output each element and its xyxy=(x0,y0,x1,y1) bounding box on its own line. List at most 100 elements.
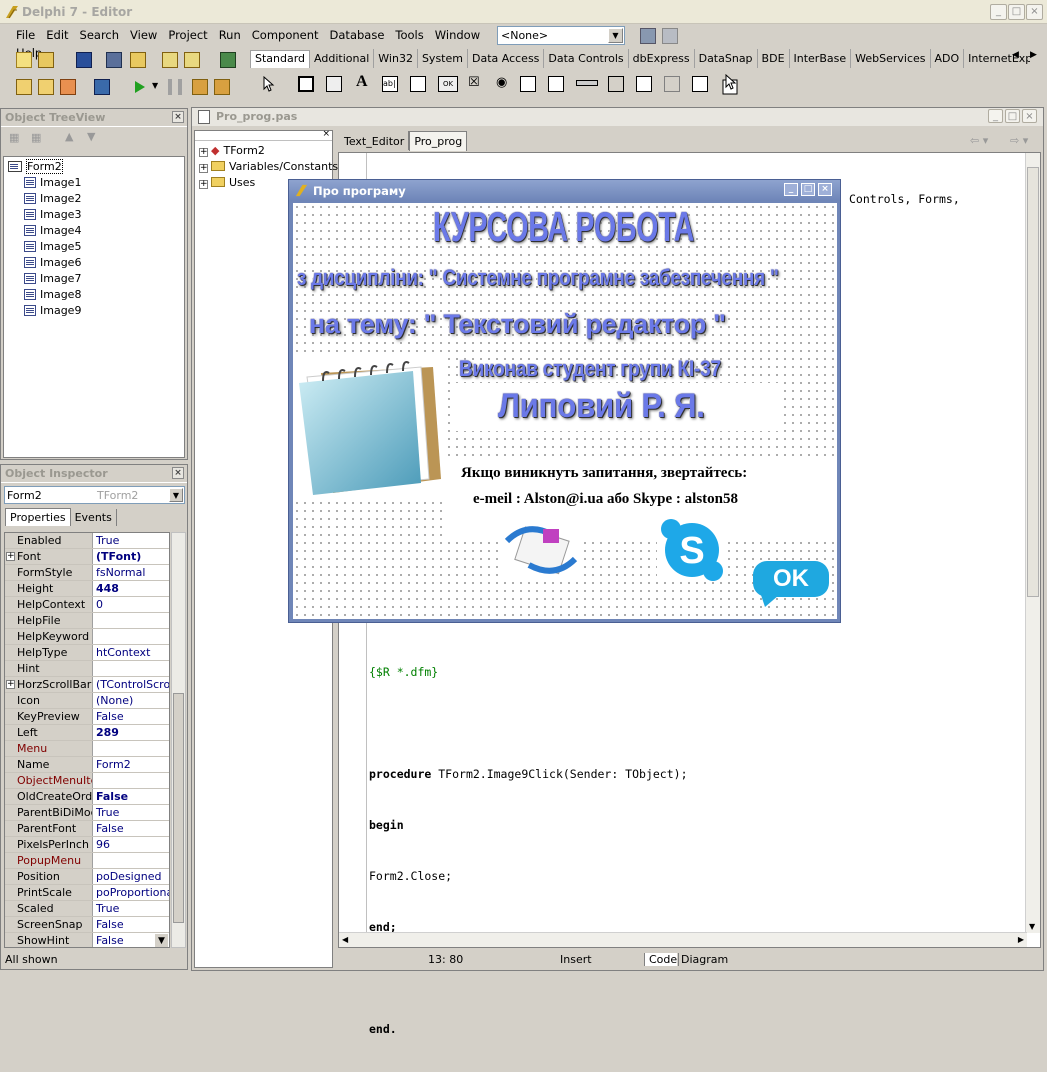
delete-item-icon[interactable]: ▦ xyxy=(31,131,47,147)
menu-search[interactable]: Search xyxy=(74,24,125,42)
remove-file-icon[interactable] xyxy=(184,52,200,68)
edit-icon[interactable]: ab| xyxy=(382,76,398,92)
menu-tools[interactable]: Tools xyxy=(389,24,428,42)
chevron-down-icon[interactable]: ▼ xyxy=(608,28,623,43)
menu-run[interactable]: Run xyxy=(213,24,246,42)
view-form-icon[interactable] xyxy=(38,79,54,95)
inspector-scrollbar[interactable] xyxy=(171,532,186,948)
prop-row[interactable]: ObjectMenuIter xyxy=(5,773,169,789)
desktop-combo[interactable]: <None> ▼ xyxy=(497,26,625,45)
radiobutton-icon[interactable]: ◉ xyxy=(496,75,512,91)
chevron-down-icon[interactable]: ▼ xyxy=(169,488,183,502)
prop-row[interactable]: Position poDesigned xyxy=(5,869,169,885)
scroll-thumb[interactable] xyxy=(173,693,184,923)
close-icon[interactable]: × xyxy=(172,467,184,479)
tree-item[interactable]: Image7 xyxy=(8,271,184,287)
toggle-form-unit-icon[interactable] xyxy=(60,79,76,95)
prop-row[interactable]: KeyPreview False xyxy=(5,709,169,725)
email-icon[interactable] xyxy=(501,519,581,581)
tab-events[interactable]: Events xyxy=(71,509,117,526)
tab-bde[interactable]: BDE xyxy=(758,49,790,68)
close-icon[interactable]: × xyxy=(322,129,330,139)
tree-item[interactable]: Image8 xyxy=(8,287,184,303)
run-icon[interactable] xyxy=(132,79,148,95)
help-book-icon[interactable] xyxy=(220,52,236,68)
tab-text-editor[interactable]: Text_Editor xyxy=(340,131,410,150)
menu-component[interactable]: Component xyxy=(246,24,324,42)
scrollbar-icon[interactable] xyxy=(576,80,598,86)
minimize-button[interactable]: _ xyxy=(988,109,1003,123)
prop-row[interactable]: HelpFile xyxy=(5,613,169,629)
tab-standard[interactable]: Standard xyxy=(250,50,311,68)
code-vscrollbar[interactable]: ▼ xyxy=(1025,153,1040,933)
tree-item[interactable]: Image3 xyxy=(8,207,184,223)
object-selector[interactable]: Form2 TForm2 ▼ xyxy=(4,486,185,504)
tab-datasnap[interactable]: DataSnap xyxy=(695,49,758,68)
prop-row[interactable]: HelpKeyword xyxy=(5,629,169,645)
close-button[interactable]: × xyxy=(818,183,832,196)
arrow-up-icon[interactable]: ▲ xyxy=(65,130,81,146)
open-project-icon[interactable] xyxy=(130,52,146,68)
prop-row[interactable]: Left 289 xyxy=(5,725,169,741)
tab-additional[interactable]: Additional xyxy=(310,49,375,68)
expand-icon[interactable]: + xyxy=(199,164,208,173)
prop-row[interactable]: + Font (TFont) xyxy=(5,549,169,565)
ok-button[interactable]: OK xyxy=(753,561,829,597)
minimize-button[interactable]: _ xyxy=(784,183,798,196)
prop-row[interactable]: PrintScale poProportional xyxy=(5,885,169,901)
tab-data-controls[interactable]: Data Controls xyxy=(544,49,629,68)
tab-dbexpress[interactable]: dbExpress xyxy=(629,49,695,68)
tree-item[interactable]: Image1 xyxy=(8,175,184,191)
tree-item[interactable]: Image9 xyxy=(8,303,184,319)
skype-icon[interactable]: S xyxy=(657,519,727,581)
open-icon[interactable] xyxy=(38,52,54,68)
pointer-icon[interactable] xyxy=(260,76,276,92)
tab-system[interactable]: System xyxy=(418,49,468,68)
scroll-right-icon[interactable]: ▶ xyxy=(1018,935,1024,944)
new-form-icon[interactable] xyxy=(94,79,110,95)
mainmenu-icon[interactable] xyxy=(298,76,314,92)
set-debug-desktop-icon[interactable] xyxy=(662,28,678,44)
tree-item[interactable]: Image6 xyxy=(8,255,184,271)
actionlist-icon[interactable] xyxy=(692,76,708,92)
tab-diagram[interactable]: Diagram xyxy=(678,953,728,966)
tab-pro-prog[interactable]: Pro_prog xyxy=(409,131,468,151)
maximize-button[interactable]: □ xyxy=(1005,109,1020,123)
new-item-icon[interactable]: ▦ xyxy=(9,131,25,147)
tree-item[interactable]: Image2 xyxy=(8,191,184,207)
palette-scroll-left-icon[interactable]: ◀ xyxy=(1012,50,1019,60)
menu-file[interactable]: File xyxy=(10,24,40,42)
prop-row[interactable]: Enabled True xyxy=(5,533,169,549)
checkbox-icon[interactable]: ☒ xyxy=(468,75,484,91)
prop-row[interactable]: HelpType htContext xyxy=(5,645,169,661)
tree-item[interactable]: Image5 xyxy=(8,239,184,255)
tab-internetexpress[interactable]: InternetExpre xyxy=(964,49,1030,68)
tab-webservices[interactable]: WebServices xyxy=(851,49,931,68)
nav-back-icon[interactable]: ⇦ ▾ xyxy=(970,134,988,147)
new-icon[interactable] xyxy=(16,52,32,68)
expand-icon[interactable]: + xyxy=(199,180,208,189)
scroll-thumb[interactable] xyxy=(1027,167,1039,597)
prop-row[interactable]: ShowHint False ▼ xyxy=(5,933,169,947)
scroll-left-icon[interactable]: ◀ xyxy=(342,935,348,944)
palette-scroll-right-icon[interactable]: ▶ xyxy=(1030,50,1037,60)
tab-interbase[interactable]: InterBase xyxy=(790,49,852,68)
expand-icon[interactable]: + xyxy=(199,148,208,157)
minimize-button[interactable]: _ xyxy=(990,4,1007,20)
run-dropdown-icon[interactable]: ▼ xyxy=(152,81,158,90)
tab-properties[interactable]: Properties xyxy=(5,508,71,526)
menu-edit[interactable]: Edit xyxy=(40,24,73,42)
prop-row[interactable]: +HorzScrollBar(TControlScrollB xyxy=(5,677,169,693)
explorer-item-variables[interactable]: + Variables/Constants xyxy=(199,159,338,175)
add-file-icon[interactable] xyxy=(162,52,178,68)
popupmenu-icon[interactable] xyxy=(326,76,342,92)
tab-ado[interactable]: ADO xyxy=(931,49,965,68)
expand-icon[interactable]: + xyxy=(6,552,15,561)
tree-item[interactable]: Image4 xyxy=(8,223,184,239)
radiogroup-icon[interactable] xyxy=(636,76,652,92)
prop-row[interactable]: HelpContext 0 xyxy=(5,597,169,613)
arrow-down-icon[interactable]: ▼ xyxy=(87,130,103,146)
prop-row[interactable]: Icon (None) xyxy=(5,693,169,709)
prop-row[interactable]: Name Form2 xyxy=(5,757,169,773)
prop-row[interactable]: FormStyle fsNormal xyxy=(5,565,169,581)
